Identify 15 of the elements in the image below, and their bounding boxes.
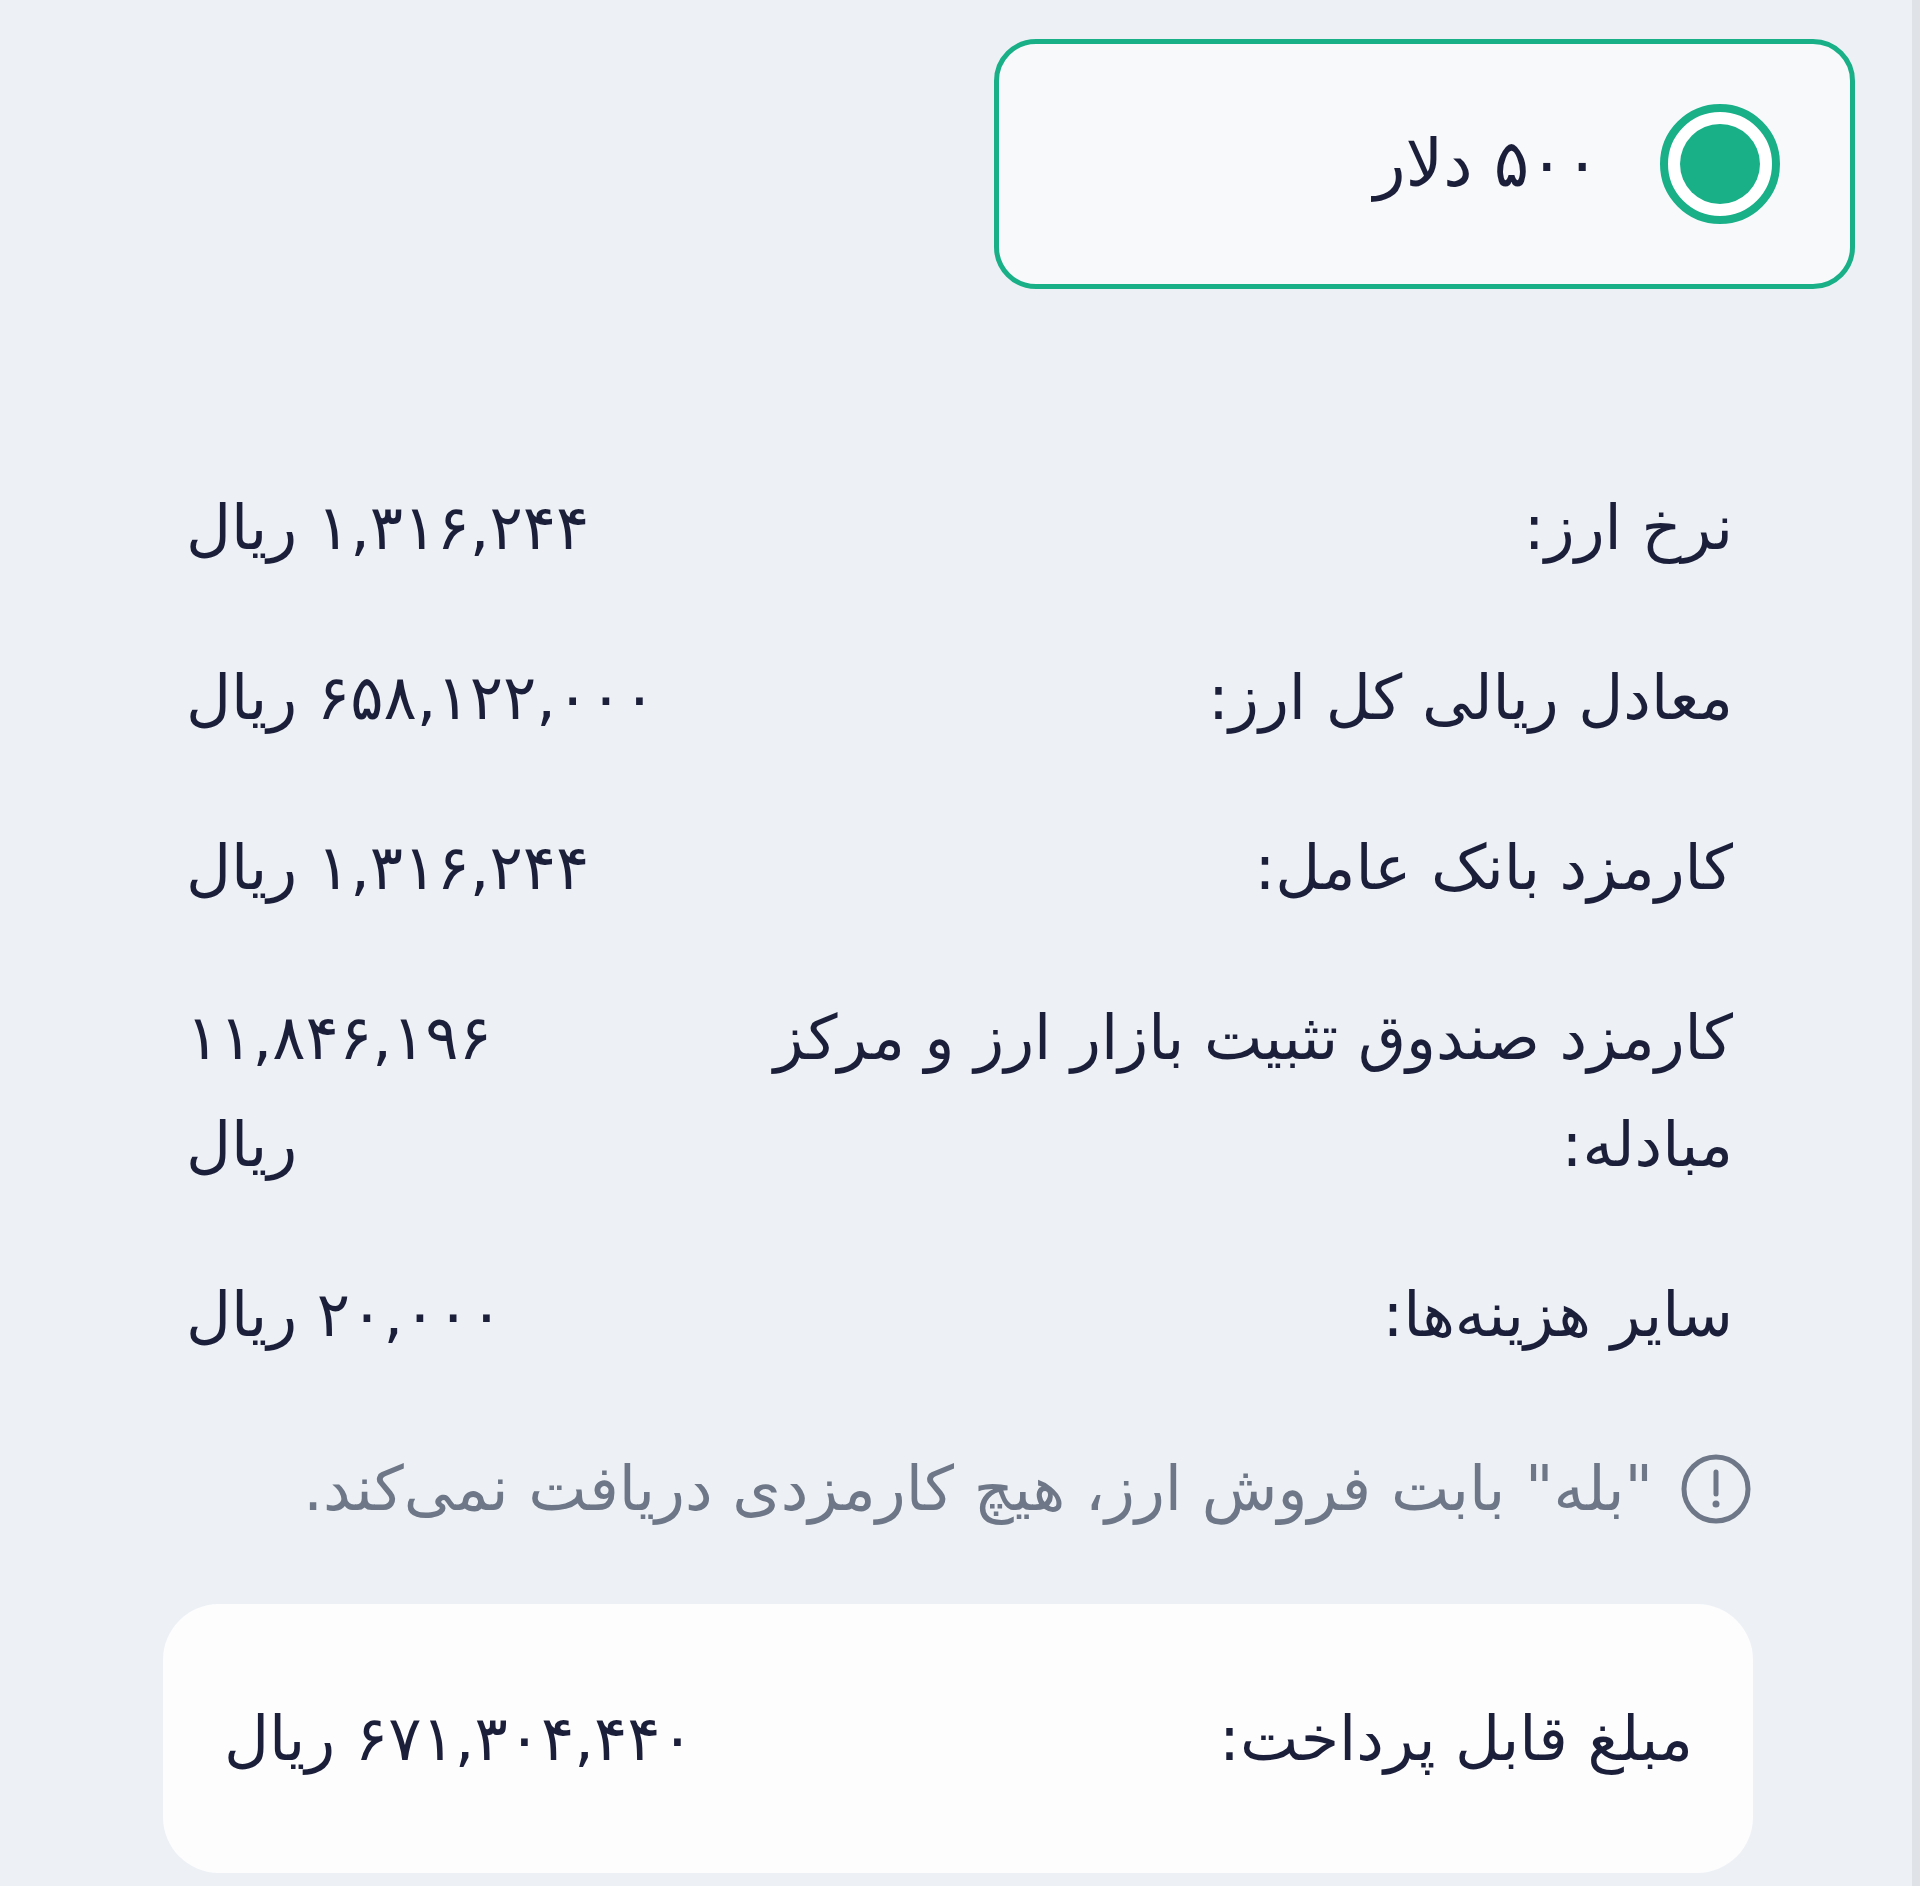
row-label: سایر هزینه‌ها: <box>1382 1277 1733 1353</box>
row-label: نرخ ارز: <box>1523 490 1733 566</box>
row-value: ۱,۳۱۶,۲۴۴ ریال <box>186 490 590 566</box>
total-label: مبلغ قابل پرداخت: <box>1219 1701 1693 1777</box>
row-value: ۱,۳۱۶,۲۴۴ ریال <box>186 830 590 906</box>
amount-option[interactable]: ۵۰۰ دلار <box>994 39 1855 289</box>
row-label: کارمزد بانک عامل: <box>1254 830 1733 906</box>
row-value: ۶۵۸,۱۲۲,۰۰۰ ریال <box>186 660 656 736</box>
note-text: "بله" بابت فروش ارز، هیچ کارمزدی دریافت نمی‌کند. <box>303 1451 1653 1527</box>
row-value: ۲۰,۰۰۰ ریال <box>186 1277 504 1353</box>
row-label: معادل ریالی کل ارز: <box>1208 660 1733 736</box>
exclamation-icon <box>1681 1453 1751 1524</box>
total-value: ۶۷۱,۳۰۴,۴۴۰ ریال <box>224 1701 694 1777</box>
row-label: کارمزد صندوق تثبیت بازار ارز و مرکز مبادله: <box>770 1000 1733 1183</box>
row-value: ۱۱,۸۴۶,۱۹۶ ریال <box>186 1000 493 1183</box>
